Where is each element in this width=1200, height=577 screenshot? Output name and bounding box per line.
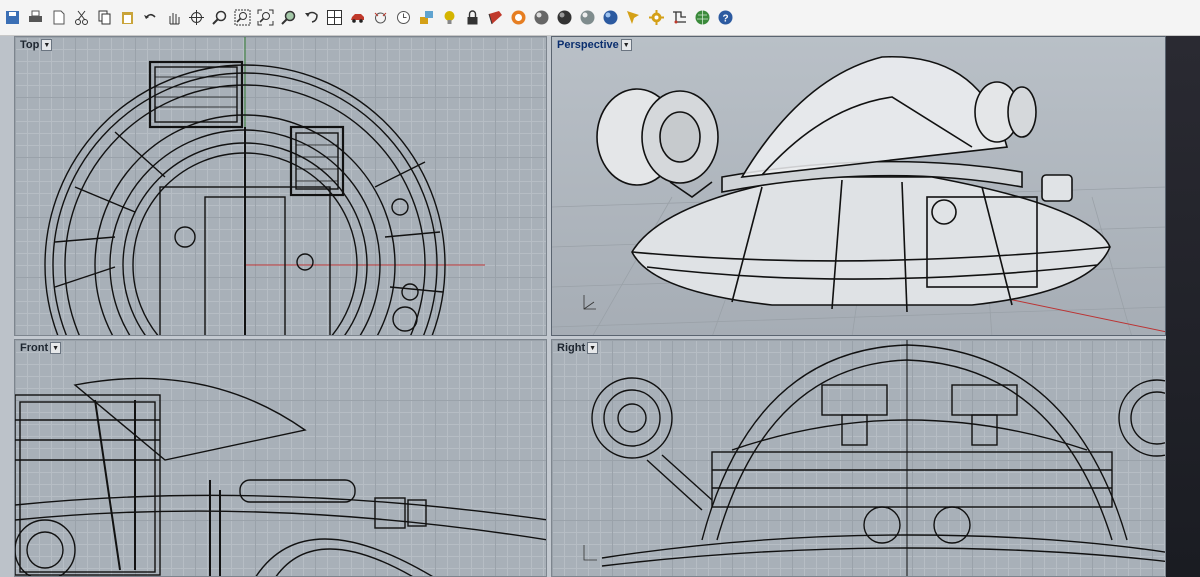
- gear-options-icon: [648, 10, 664, 25]
- zoom-icon: [211, 10, 226, 25]
- snap-grid-icon: [672, 11, 686, 24]
- pen-tool-button[interactable]: [623, 8, 643, 28]
- zoom-extents-button[interactable]: [255, 8, 275, 28]
- print-button[interactable]: [25, 8, 45, 28]
- light-bulb-button[interactable]: [439, 8, 459, 28]
- top-view-wireframe[interactable]: [15, 37, 547, 336]
- print-icon: [28, 10, 42, 22]
- undo-view-icon: [304, 11, 318, 23]
- pen-tool-icon: [626, 11, 639, 24]
- color-wheel-button[interactable]: [508, 8, 528, 28]
- color-wheel-icon: [511, 10, 525, 25]
- layers-button[interactable]: [416, 8, 436, 28]
- material-button[interactable]: [485, 8, 505, 28]
- clock-icon: [396, 11, 410, 24]
- svg-text:?: ?: [722, 14, 728, 25]
- front-view-wireframe[interactable]: [15, 340, 547, 577]
- right-view-wireframe[interactable]: [552, 340, 1166, 577]
- zoom-button[interactable]: [209, 8, 229, 28]
- copy-button[interactable]: [94, 8, 114, 28]
- chevron-down-icon[interactable]: ▼: [41, 39, 53, 51]
- four-view-icon: [326, 10, 342, 25]
- globe-icon: [695, 10, 709, 25]
- undo-button[interactable]: [140, 8, 160, 28]
- shaded-sphere-icon: [534, 10, 548, 25]
- rendered-sphere-icon: [603, 10, 617, 25]
- viewport-label: Front: [20, 342, 49, 354]
- render-sphere-button[interactable]: [554, 8, 574, 28]
- pan-hand-icon: [169, 13, 179, 25]
- gear-options-button[interactable]: [646, 8, 666, 28]
- new-file-icon: [53, 10, 64, 25]
- shaded-sphere-button[interactable]: [531, 8, 551, 28]
- new-file-button[interactable]: [48, 8, 68, 28]
- layers-icon: [419, 11, 433, 24]
- lock-icon: [467, 10, 477, 25]
- cut-button[interactable]: [71, 8, 91, 28]
- save-file-button[interactable]: [2, 8, 22, 28]
- camera-target-button[interactable]: [370, 8, 390, 28]
- zoom-selected-icon: [280, 10, 295, 25]
- undo-view-button[interactable]: [301, 8, 321, 28]
- chevron-down-icon[interactable]: ▼: [50, 342, 62, 354]
- material-icon: [488, 11, 502, 25]
- four-view-button[interactable]: [324, 8, 344, 28]
- zoom-window-icon: [234, 9, 250, 26]
- main-toolbar: ?: [0, 0, 1200, 36]
- undo-icon: [143, 13, 156, 19]
- snap-grid-button[interactable]: [669, 8, 689, 28]
- rotate-view-icon: [188, 10, 204, 25]
- viewport-right[interactable]: Right ▼: [551, 339, 1166, 577]
- lock-button[interactable]: [462, 8, 482, 28]
- viewport-title-right[interactable]: Right ▼: [554, 341, 601, 355]
- ghosted-sphere-icon: [580, 10, 594, 25]
- zoom-selected-button[interactable]: [278, 8, 298, 28]
- rendered-sphere-button[interactable]: [600, 8, 620, 28]
- help-icon: ?: [718, 10, 732, 25]
- viewport-perspective[interactable]: Perspective ▼: [551, 36, 1166, 336]
- copy-icon: [98, 10, 110, 25]
- chevron-down-icon[interactable]: ▼: [587, 342, 599, 354]
- car-button[interactable]: [347, 8, 367, 28]
- car-icon: [350, 14, 364, 23]
- left-edge-strip: [0, 36, 14, 577]
- camera-target-icon: [374, 12, 386, 24]
- perspective-shaded-model[interactable]: [552, 37, 1166, 336]
- viewport-label: Right: [557, 342, 586, 354]
- viewport-label: Top: [20, 39, 40, 51]
- viewport-label: Perspective: [557, 39, 619, 51]
- viewport-title-front[interactable]: Front ▼: [17, 341, 64, 355]
- help-button[interactable]: ?: [715, 8, 735, 28]
- paste-icon: [121, 12, 133, 24]
- viewport-title-top[interactable]: Top ▼: [17, 38, 55, 52]
- chevron-down-icon[interactable]: ▼: [620, 39, 632, 51]
- globe-button[interactable]: [692, 8, 712, 28]
- save-file-icon: [5, 11, 19, 24]
- viewport-top[interactable]: Top ▼: [14, 36, 547, 336]
- paste-button[interactable]: [117, 8, 137, 28]
- right-edge-strip: [1166, 36, 1200, 577]
- pan-hand-button[interactable]: [163, 8, 183, 28]
- zoom-window-button[interactable]: [232, 8, 252, 28]
- rotate-view-button[interactable]: [186, 8, 206, 28]
- zoom-extents-icon: [257, 9, 273, 26]
- clock-button[interactable]: [393, 8, 413, 28]
- viewport-area: Top ▼ Perspective ▼ Front ▼ Right ▼: [0, 36, 1200, 577]
- viewport-front[interactable]: Front ▼: [14, 339, 547, 577]
- viewport-title-perspective[interactable]: Perspective ▼: [554, 38, 635, 52]
- cut-icon: [74, 10, 88, 25]
- light-bulb-icon: [444, 11, 454, 24]
- render-sphere-icon: [557, 10, 571, 25]
- ghosted-sphere-button[interactable]: [577, 8, 597, 28]
